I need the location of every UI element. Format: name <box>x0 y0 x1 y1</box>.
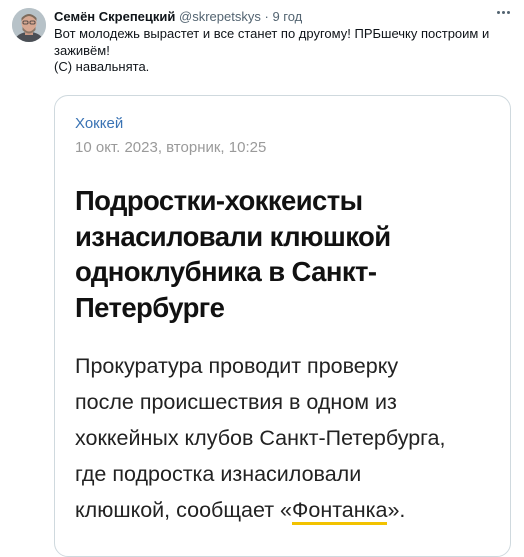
avatar[interactable] <box>12 8 46 42</box>
tweet-time[interactable]: 9 год <box>272 9 302 24</box>
more-options-icon[interactable] <box>492 5 514 19</box>
headline-line: Петербурге <box>75 291 225 323</box>
author-name[interactable]: Семён Скрепецкий <box>54 9 175 24</box>
author-handle[interactable]: @skrepetskys <box>179 9 261 24</box>
tweet: Семён Скрепецкий @skrepetskys · 9 год Во… <box>0 0 524 557</box>
article-rubric: Хоккей <box>75 115 124 132</box>
avatar-image <box>12 8 46 42</box>
tweet-media-screenshot[interactable]: Хоккей 10 окт. 2023, вторник, 10:25 Подр… <box>54 95 511 557</box>
source-link: Фонтанка <box>292 498 388 525</box>
tweet-text-line: заживём! <box>54 42 110 58</box>
lead-line: хоккейных клубов Санкт-Петербурга, <box>75 426 446 450</box>
article-headline: Подростки-хоккеисты изнасиловали клюшкой… <box>75 183 495 325</box>
article-date: 10 окт. 2023, вторник, 10:25 <box>75 139 267 156</box>
tweet-text-line: (С) навальнята. <box>54 59 150 74</box>
lead-line: где подростка изнасиловали <box>75 462 362 486</box>
headline-line: одноклубника в Санкт- <box>75 256 377 287</box>
tweet-text-line: Вот молодежь вырастет и все станет по др… <box>54 26 490 41</box>
lead-last-suffix: ». <box>387 498 406 522</box>
lead-line: Прокуратура проводит проверку <box>75 354 399 378</box>
article-lead: Прокуратура проводит проверку после прои… <box>75 348 505 528</box>
tweet-header: Семён Скрепецкий @skrepetskys · 9 год <box>54 8 484 25</box>
headline-line: изнасиловали клюшкой <box>75 220 391 252</box>
tweet-text: Вот молодежь вырастет и все станет по др… <box>54 26 516 76</box>
headline-line: Подростки-хоккеисты <box>75 185 363 216</box>
lead-line: после происшествия в одном из <box>75 390 397 414</box>
lead-line-last: клюшкой, сообщает «Фонтанка». <box>75 492 505 528</box>
lead-last-prefix: клюшкой, сообщает « <box>75 498 293 522</box>
separator-dot: · <box>264 9 269 24</box>
